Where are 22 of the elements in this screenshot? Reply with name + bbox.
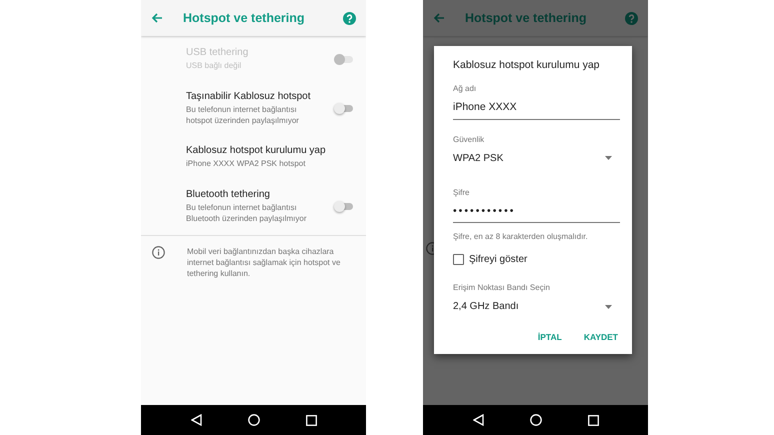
item-subtitle: Bu telefonun internet bağlantısı Bluetooth üzerinden paylaşılmıyor	[186, 203, 308, 225]
info-text: Mobil veri bağlantınızdan başka cihazlara internet bağlantısı sağlamak için hotspot ve tethering kullanın.	[187, 246, 342, 280]
field-label: Güvenlik	[453, 134, 486, 146]
dropdown[interactable]: 2,4 GHz Bandı	[453, 299, 620, 314]
input-field[interactable]: •••••••••••	[453, 204, 620, 224]
input-field[interactable]: iPhone XXXX	[453, 100, 620, 120]
screen-title: Hotspot ve tethering	[183, 10, 306, 27]
item-subtitle: iPhone XXXX WPA2 PSK hotspot	[186, 159, 306, 170]
field-label: Ağ adı	[453, 82, 478, 95]
dialog-title: Kablosuz hotspot kurulumu yap	[453, 58, 601, 73]
field-label: Erişim Noktası Bandı Seçin	[453, 282, 551, 294]
item-title[interactable]: Kablosuz hotspot kurulumu yap	[186, 144, 354, 158]
item-subtitle: USB bağlı değil	[186, 61, 242, 72]
item-title[interactable]: Taşınabilir Kablosuz hotspot	[186, 90, 334, 103]
dropdown[interactable]: WPA2 PSK	[453, 150, 620, 166]
field-label: Şifre	[453, 186, 470, 198]
screen-title: Hotspot ve tethering	[465, 10, 588, 27]
checkbox-label[interactable]: Şifreyi göster	[469, 252, 528, 268]
item-title: USB tethering	[186, 46, 250, 59]
field-hint: Şifre, en az 8 karakterden oluşmalıdır.	[453, 231, 589, 244]
item-subtitle: Bu telefonun internet bağlantısı hotspot üzerinden paylaşılmıyor	[186, 104, 300, 126]
item-title[interactable]: Bluetooth tethering	[186, 188, 334, 202]
